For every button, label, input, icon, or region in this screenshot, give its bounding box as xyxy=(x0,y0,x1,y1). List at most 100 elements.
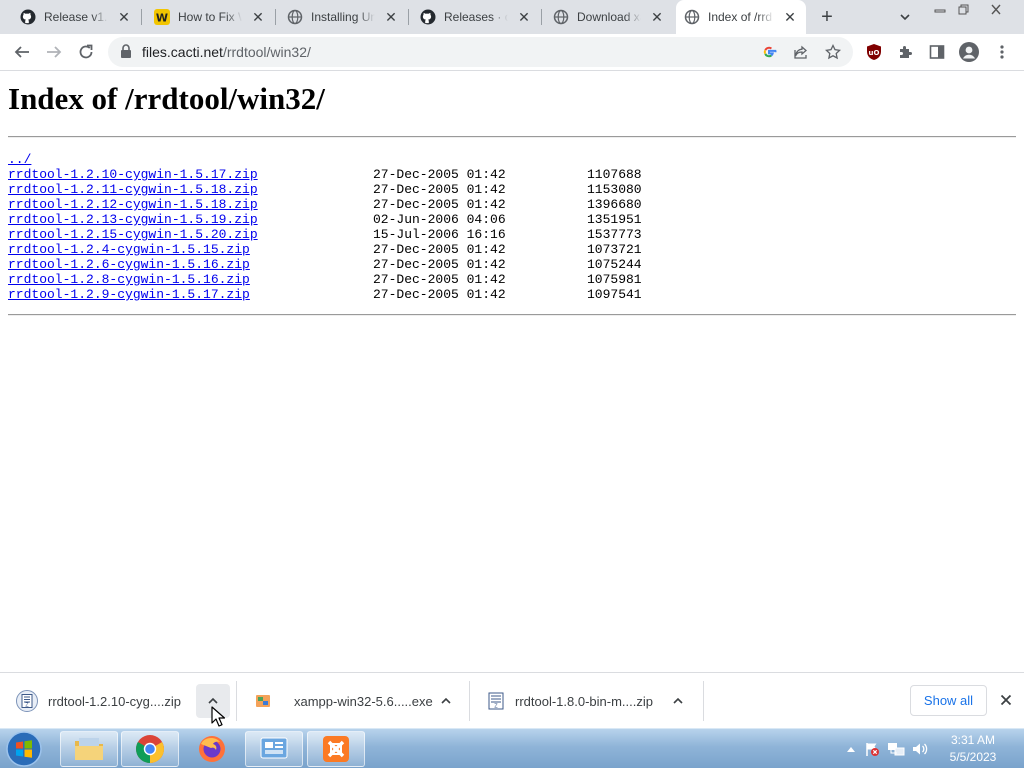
file-size: 1351951 xyxy=(587,212,642,227)
file-link[interactable]: rrdtool-1.2.13-cygwin-1.5.19.zip xyxy=(8,212,258,227)
bookmark-star-icon[interactable] xyxy=(824,43,842,61)
taskbar-clock[interactable]: 3:31 AM 5/5/2023 xyxy=(930,732,1016,766)
browser-toolbar: files.cacti.net/rrdtool/win32/ uO xyxy=(0,34,1024,71)
show-hidden-icons-icon[interactable] xyxy=(842,746,860,752)
file-date: 27-Dec-2005 01:42 xyxy=(373,272,506,287)
shelf-divider xyxy=(236,681,237,721)
file-size: 1075981 xyxy=(587,272,642,287)
download-item[interactable]: xampp-win32-5.6.....exe xyxy=(252,681,466,721)
shelf-divider xyxy=(703,681,704,721)
show-all-button[interactable]: Show all xyxy=(910,685,987,716)
file-link[interactable]: rrdtool-1.2.9-cygwin-1.5.17.zip xyxy=(8,287,250,302)
tab-title: Index of /rrd xyxy=(708,10,773,24)
new-tab-button[interactable]: + xyxy=(815,5,839,29)
file-link[interactable]: rrdtool-1.2.4-cygwin-1.5.15.zip xyxy=(8,242,250,257)
close-tab-icon[interactable]: ✕ xyxy=(649,9,665,25)
side-panel-icon[interactable] xyxy=(923,38,951,66)
mouse-cursor-icon xyxy=(211,706,226,733)
file-link[interactable]: rrdtool-1.2.10-cygwin-1.5.17.zip xyxy=(8,167,258,182)
file-size: 1153080 xyxy=(587,182,642,197)
file-link[interactable]: rrdtool-1.2.8-cygwin-1.5.16.zip xyxy=(8,272,250,287)
extensions-puzzle-icon[interactable] xyxy=(892,38,920,66)
volume-icon[interactable] xyxy=(908,741,932,757)
close-tab-icon[interactable]: ✕ xyxy=(383,9,399,25)
tab-divider xyxy=(541,9,542,25)
svg-text:uO: uO xyxy=(869,49,880,57)
github-icon xyxy=(20,9,36,25)
clock-time: 3:31 AM xyxy=(950,733,996,747)
kebab-menu-icon[interactable] xyxy=(988,38,1016,66)
parent-directory-link[interactable]: ../ xyxy=(8,152,31,167)
chrome-icon[interactable] xyxy=(121,731,179,767)
system-tray xyxy=(842,729,932,768)
tab-divider xyxy=(141,9,142,25)
file-size: 1537773 xyxy=(587,227,642,242)
page-content: Index of /rrdtool/win32/ ../ rrdtool-1.2… xyxy=(0,71,1024,672)
tab-title: Releases · oe xyxy=(444,10,508,24)
windows-start-icon[interactable] xyxy=(4,730,44,768)
close-shelf-icon[interactable] xyxy=(995,689,1017,711)
file-date: 27-Dec-2005 01:42 xyxy=(373,287,506,302)
svg-text:Z: Z xyxy=(494,704,498,710)
divider-top xyxy=(8,136,1016,138)
download-filename: xampp-win32-5.6.....exe xyxy=(294,693,433,709)
xampp-icon[interactable] xyxy=(307,731,365,767)
tab-index-of[interactable]: Index of /rrd ✕ xyxy=(676,0,806,34)
tab-release[interactable]: Release v1.1 ✕ xyxy=(12,0,140,34)
url-text: files.cacti.net/rrdtool/win32/ xyxy=(142,44,311,60)
wikihow-icon: W xyxy=(154,9,170,25)
tab-title: Installing Un xyxy=(311,10,375,24)
github-icon xyxy=(420,9,436,25)
file-link[interactable]: rrdtool-1.2.12-cygwin-1.5.18.zip xyxy=(8,197,258,212)
ublock-origin-icon[interactable]: uO xyxy=(860,38,888,66)
address-bar[interactable]: files.cacti.net/rrdtool/win32/ xyxy=(108,37,853,67)
back-arrow-icon[interactable] xyxy=(8,38,36,66)
tab-installing[interactable]: Installing Un ✕ xyxy=(279,0,407,34)
control-panel-icon[interactable] xyxy=(245,731,303,767)
file-size: 1073721 xyxy=(587,242,642,257)
file-link[interactable]: rrdtool-1.2.15-cygwin-1.5.20.zip xyxy=(8,227,258,242)
chevron-up-icon[interactable] xyxy=(661,684,695,718)
close-tab-icon[interactable]: ✕ xyxy=(250,9,266,25)
close-tab-icon[interactable]: ✕ xyxy=(116,9,132,25)
close-window-icon[interactable] xyxy=(976,0,1016,18)
chevron-up-icon[interactable] xyxy=(429,684,463,718)
download-filename: rrdtool-1.8.0-bin-m....zip xyxy=(515,693,653,709)
network-icon[interactable] xyxy=(884,741,908,757)
file-size: 1097541 xyxy=(587,287,642,302)
file-size: 1075244 xyxy=(587,257,642,272)
file-link[interactable]: rrdtool-1.2.11-cygwin-1.5.18.zip xyxy=(8,182,258,197)
zip-file-icon: Z xyxy=(16,690,38,712)
clock-date: 5/5/2023 xyxy=(949,750,997,764)
reload-icon[interactable] xyxy=(72,38,100,66)
tab-search-chevron-icon[interactable] xyxy=(893,5,917,29)
share-icon[interactable] xyxy=(792,43,810,61)
google-translate-icon[interactable] xyxy=(760,43,778,61)
divider-bottom xyxy=(8,314,1016,316)
restore-icon[interactable] xyxy=(952,0,976,18)
download-item[interactable]: Z rrdtool-1.2.10-cyg....zip xyxy=(16,681,232,721)
tab-divider xyxy=(275,9,276,25)
window-controls xyxy=(928,0,1016,18)
tab-download[interactable]: Download xa ✕ xyxy=(545,0,673,34)
file-date: 27-Dec-2005 01:42 xyxy=(373,182,506,197)
close-tab-icon[interactable]: ✕ xyxy=(782,9,798,25)
download-item[interactable]: Z rrdtool-1.8.0-bin-m....zip xyxy=(485,681,701,721)
tab-title: Download xa xyxy=(577,10,641,24)
globe-icon xyxy=(287,9,303,25)
file-date: 27-Dec-2005 01:42 xyxy=(373,197,506,212)
profile-avatar-icon[interactable] xyxy=(955,38,983,66)
file-link[interactable]: rrdtool-1.2.6-cygwin-1.5.16.zip xyxy=(8,257,250,272)
forward-arrow-icon[interactable] xyxy=(40,38,68,66)
exe-file-icon xyxy=(252,690,274,712)
firefox-icon[interactable] xyxy=(183,731,241,767)
tab-strip: Release v1.1 ✕ W How to Fix W ✕ Installi… xyxy=(0,0,1024,34)
close-tab-icon[interactable]: ✕ xyxy=(516,9,532,25)
file-date: 27-Dec-2005 01:42 xyxy=(373,167,506,182)
tab-releases[interactable]: Releases · oe ✕ xyxy=(412,0,540,34)
file-explorer-icon[interactable] xyxy=(60,731,118,767)
minimize-icon[interactable] xyxy=(928,0,952,18)
tab-how-to-fix[interactable]: W How to Fix W ✕ xyxy=(146,0,274,34)
action-center-flag-icon[interactable] xyxy=(860,741,884,757)
lock-icon[interactable] xyxy=(120,44,132,63)
